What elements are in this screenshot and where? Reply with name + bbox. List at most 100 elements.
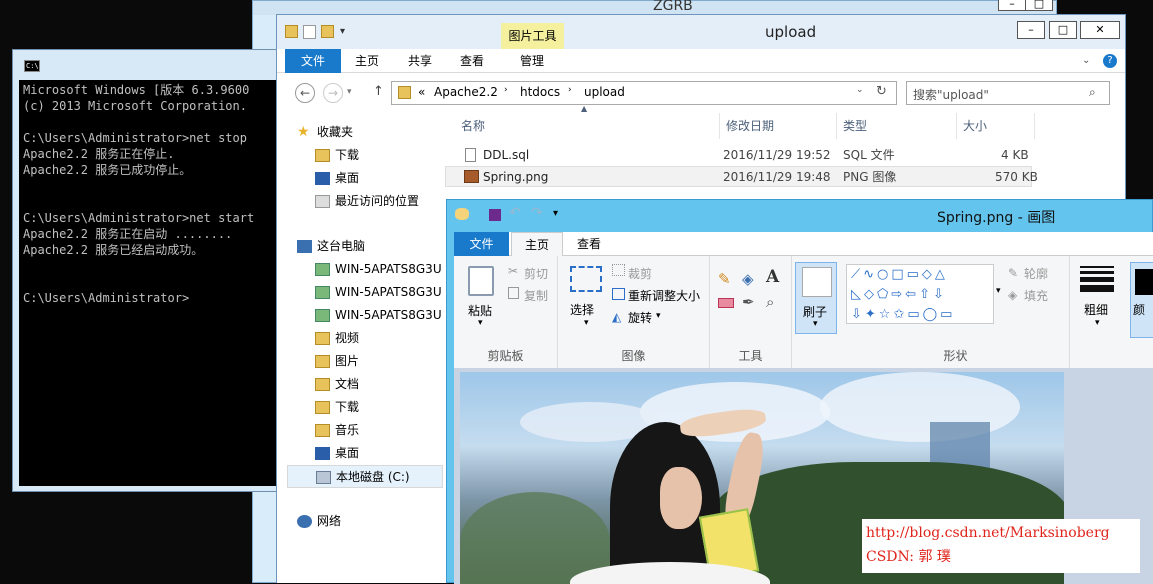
nav-documents[interactable]: 文档 [287,373,447,396]
tab-manage[interactable]: 管理 [512,49,552,73]
tab-file[interactable]: 文件 [285,49,341,73]
cut-button[interactable]: 剪切 [524,265,548,282]
explorer-minimize-button[interactable]: – [1017,21,1045,39]
nav-recent[interactable]: 最近访问的位置 [287,190,447,213]
column-type[interactable]: 类型 [837,113,957,139]
chevron-right-icon[interactable]: › [504,85,508,95]
text-tool-icon[interactable]: A [766,267,779,287]
explorer-ribbon-tabs: 文件 主页 共享 查看 管理 ⌄ ? [277,49,1125,73]
tab-view[interactable]: 查看 [566,232,612,256]
cmd-app-icon: C:\ [24,60,40,72]
file-row[interactable]: DDL.sql 2016/11/29 19:52 SQL 文件 4 KB [445,145,1032,166]
fill-button[interactable]: 填充 [1024,287,1048,304]
properties-icon[interactable] [303,25,316,39]
refresh-icon[interactable]: ↻ [876,84,887,99]
tab-share[interactable]: 共享 [400,49,440,73]
gallery-expand-icon[interactable]: ▾ [996,286,1001,296]
nav-desktop-pc[interactable]: 桌面 [287,442,447,465]
fill-bucket-icon[interactable]: ◈ [742,270,754,288]
resize-button[interactable]: 重新调整大小 [628,287,700,304]
search-input[interactable]: 搜索"upload" [906,81,1110,105]
brush-icon [802,267,832,297]
cmd-titlebar: C:\ [13,50,277,79]
zgrb-maximize-button[interactable]: □ [1025,0,1053,11]
nav-favorites[interactable]: ★ 收藏夹 [287,121,447,144]
eraser-icon[interactable] [718,298,734,308]
chevron-down-icon[interactable]: ▾ [1095,318,1100,328]
sort-up-icon: ▲ [581,104,588,113]
help-icon[interactable]: ? [1103,54,1117,68]
brushes-button[interactable]: 刷子 ▾ [795,262,837,334]
cmd-console[interactable]: Microsoft Windows [版本 6.3.9600 (c) 2013 … [19,80,279,486]
rotate-button[interactable]: 旋转 [628,309,652,326]
select-icon[interactable] [570,266,602,292]
pencil-icon[interactable]: ✎ [718,270,731,288]
address-box[interactable]: « Apache2.2 › htdocs › upload ⌄ ↻ [391,81,897,105]
color1-button[interactable]: 颜 [1130,262,1153,338]
save-icon[interactable] [489,209,501,221]
column-date[interactable]: 修改日期 [720,113,837,139]
nav-music[interactable]: 音乐 [287,419,447,442]
back-arrow-icon[interactable]: ← [295,83,315,103]
chevron-down-icon[interactable]: ▾ [553,208,558,219]
picture-tools-context-tab: 图片工具 [501,23,564,49]
select-button[interactable]: 选择 [570,301,594,318]
breadcrumb-apache[interactable]: Apache2.2 [434,85,498,99]
undo-icon[interactable]: ↶ [509,205,521,221]
breadcrumb-upload[interactable]: upload [584,85,625,99]
breadcrumb-htdocs[interactable]: htdocs [520,85,560,99]
chevron-down-icon[interactable]: ▾ [478,318,483,328]
outline-button[interactable]: 轮廓 [1024,265,1048,282]
chevron-down-icon[interactable]: ⌄ [856,85,864,95]
shapes-gallery[interactable]: ⟋∿○□▭◇△ ◺◇⬠⇨⇦⇧⇩ ⇩✦☆✩▭◯▭ [846,264,994,324]
star-icon: ★ [297,124,310,140]
clipboard-group-label: 剪贴板 [487,349,524,363]
nav-network-drive[interactable]: WIN-5APATS8G3U [287,304,447,327]
tab-file[interactable]: 文件 [454,232,509,256]
forward-arrow-icon[interactable]: → [323,83,343,103]
chevron-right-icon[interactable]: › [568,85,572,95]
tab-view[interactable]: 查看 [452,49,492,73]
explorer-close-button[interactable]: ✕ [1080,21,1120,39]
nav-downloads-pc[interactable]: 下载 [287,396,447,419]
recent-locations-chevron-icon[interactable]: ▾ [347,87,352,97]
file-row[interactable]: Spring.png 2016/11/29 19:48 PNG 图像 570 K… [445,166,1038,187]
brush-label: 刷子 [803,305,828,319]
explorer-maximize-button[interactable]: □ [1049,21,1077,39]
fill-icon: ◈ [1008,288,1018,302]
file-size: 4 KB [1001,148,1029,162]
breadcrumb-overflow[interactable]: « [418,85,425,99]
nav-network[interactable]: 网络 [287,510,447,533]
up-arrow-icon[interactable]: ↑ [373,84,384,99]
color-picker-icon[interactable]: ✒ [742,293,755,311]
download-folder-icon [315,401,330,414]
paste-button[interactable]: 粘贴 [468,302,492,319]
size-icon[interactable] [1080,266,1114,294]
nav-desktop[interactable]: 桌面 [287,167,447,190]
crop-button[interactable]: 裁剪 [628,265,652,282]
copy-button[interactable]: 复制 [524,287,548,304]
nav-pictures[interactable]: 图片 [287,350,447,373]
chevron-down-icon[interactable]: ▾ [340,26,345,37]
paste-icon[interactable] [468,266,494,296]
redo-icon[interactable]: ↷ [531,205,543,221]
size-button[interactable]: 粗细 [1084,301,1108,318]
nav-videos[interactable]: 视频 [287,327,447,350]
column-name[interactable]: 名称 [455,113,720,139]
videos-folder-icon [315,332,330,345]
magnifier-icon[interactable]: ⌕ [766,293,774,311]
nav-network-drive[interactable]: WIN-5APATS8G3U [287,281,447,304]
new-folder-icon[interactable] [321,25,334,38]
column-size[interactable]: 大小 [957,113,1035,139]
tab-home[interactable]: 主页 [511,232,563,257]
nav-network-drive[interactable]: WIN-5APATS8G3U [287,258,447,281]
cmd-window: C:\ Microsoft Windows [版本 6.3.9600 (c) 2… [12,49,279,492]
chevron-down-icon[interactable]: ▾ [656,311,661,321]
nav-downloads[interactable]: 下载 [287,144,447,167]
zgrb-minimize-button[interactable]: – [998,0,1026,11]
tab-home[interactable]: 主页 [347,49,387,73]
chevron-down-icon[interactable]: ▾ [584,318,589,328]
chevron-down-icon[interactable]: ⌄ [1082,55,1090,66]
nav-this-pc[interactable]: 这台电脑 [287,235,447,258]
nav-local-disk[interactable]: 本地磁盘 (C:) [287,465,443,488]
